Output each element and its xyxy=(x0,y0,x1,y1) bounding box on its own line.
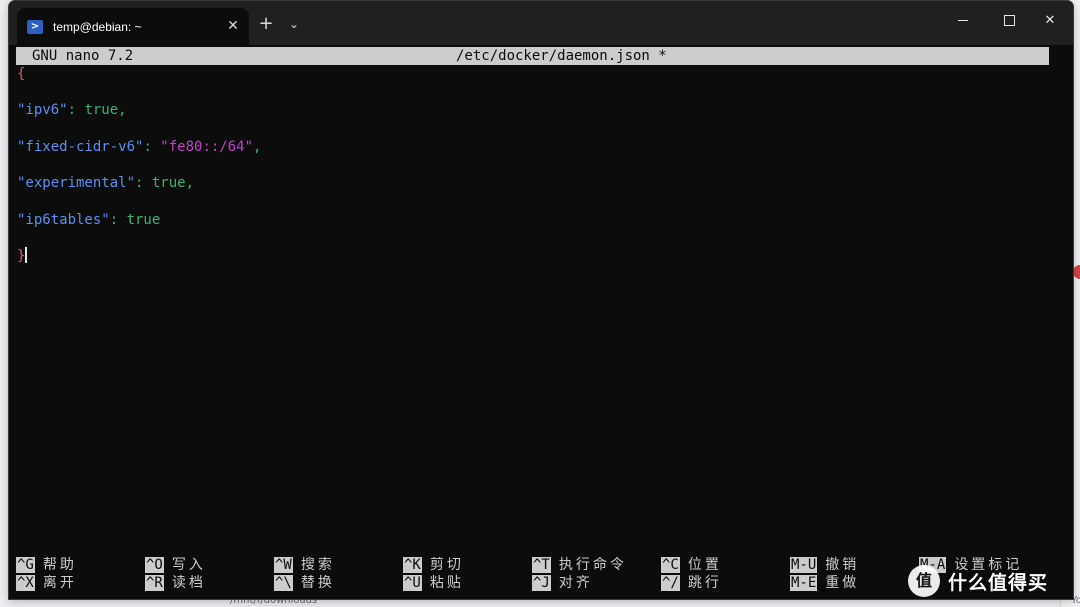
shortcut-key: ^/ xyxy=(661,575,680,591)
code-line: { xyxy=(17,65,261,83)
shortcut-key: ^R xyxy=(145,575,164,591)
shortcut-item: ^X 离开 xyxy=(16,574,77,592)
code-token: { xyxy=(17,66,26,82)
code-line: "experimental": true, xyxy=(17,174,261,192)
shortcut-label: 跳行 xyxy=(687,575,722,591)
code-line: } xyxy=(17,246,261,265)
shortcut-key: ^U xyxy=(403,575,422,591)
tab-title: temp@debian: ~ xyxy=(53,19,142,34)
maximize-icon xyxy=(1003,15,1015,26)
code-line: "ip6tables": true xyxy=(17,211,261,229)
code-token: : xyxy=(143,138,161,155)
code-token: , xyxy=(185,175,195,192)
shortcut-row-2: ^X 离开 ^R 读档 ^\ 替换 ^U 粘贴 ^J 对齐 ^/ 跳行 M-E 重做 xyxy=(16,574,1056,592)
shortcut-key: ^C xyxy=(661,557,680,573)
shortcut-key: ^J xyxy=(532,575,551,591)
shortcut-label: 撤销 xyxy=(825,557,860,573)
code-token: , xyxy=(253,138,262,155)
code-token: : xyxy=(109,211,127,228)
shortcut-item: M-U 撤销 xyxy=(790,556,859,574)
nano-version: GNU nano 7.2 xyxy=(32,48,134,64)
code-token: "experimental" xyxy=(17,175,136,192)
shortcut-item: ^\ 替换 xyxy=(274,574,335,592)
shortcut-label: 剪切 xyxy=(429,557,464,573)
terminal-window: > temp@debian: ~ ✕ + ⌄ ✕ GNU nano 7.2 /e… xyxy=(8,0,1074,600)
code-line: "fixed-cidr-v6": "fe80::/64", xyxy=(17,138,261,156)
code-token: "ip6tables" xyxy=(17,211,110,228)
shortcut-label: 替换 xyxy=(300,575,335,591)
watermark: 值 什么值得买 xyxy=(908,558,1073,604)
shortcut-item: ^O 写入 xyxy=(145,556,206,574)
new-tab-button[interactable]: + xyxy=(256,13,276,35)
shortcut-label: 写入 xyxy=(171,557,206,573)
code-token: } xyxy=(17,247,26,264)
shortcut-key: ^K xyxy=(403,557,422,573)
terminal-content[interactable]: GNU nano 7.2 /etc/docker/daemon.json * {… xyxy=(16,47,1056,595)
code-token: : xyxy=(67,102,85,119)
shortcut-item: ^K 剪切 xyxy=(403,556,464,574)
editor-text-area[interactable]: {"ipv6": true, "fixed-cidr-v6": "fe80::/6… xyxy=(17,65,261,265)
shortcut-row-1: ^G 帮助 ^O 写入 ^W 搜索 ^K 剪切 ^T 执行命令 ^C 位置 M-U 撤销 M-A 设置标记 xyxy=(16,556,1056,574)
minimize-icon xyxy=(958,20,968,21)
title-bar: > temp@debian: ~ ✕ + ⌄ ✕ xyxy=(9,1,1073,45)
shortcut-label: 执行命令 xyxy=(558,557,627,573)
shortcut-label: 位置 xyxy=(687,557,722,573)
code-token: : xyxy=(135,175,152,192)
shortcut-key: ^O xyxy=(145,557,164,573)
shortcut-item: ^R 读档 xyxy=(145,574,206,592)
notification-dot xyxy=(1073,265,1080,279)
chevron-down-icon[interactable]: ⌄ xyxy=(285,13,303,35)
maximize-button[interactable] xyxy=(986,1,1032,41)
watermark-text: 什么值得买 xyxy=(948,571,1049,594)
watermark-logo-icon: 值 xyxy=(908,565,940,597)
tab-active[interactable]: > temp@debian: ~ ✕ xyxy=(17,8,249,45)
nano-shortcut-bar: ^G 帮助 ^O 写入 ^W 搜索 ^K 剪切 ^T 执行命令 ^C 位置 M-U 撤销 M-A 设置标记 ^… xyxy=(16,556,1056,594)
shortcut-label: 帮助 xyxy=(42,557,77,573)
code-token: "ipv6" xyxy=(17,102,68,119)
close-window-button[interactable]: ✕ xyxy=(1027,1,1073,41)
minimize-button[interactable] xyxy=(940,1,986,41)
close-tab-icon[interactable]: ✕ xyxy=(225,18,241,34)
code-token: true xyxy=(84,102,119,119)
shortcut-key: ^\ xyxy=(274,575,293,591)
shortcut-key: M-E xyxy=(790,575,818,591)
shortcut-key: M-U xyxy=(790,557,818,573)
text-cursor xyxy=(25,246,28,263)
code-token: true xyxy=(151,175,186,192)
code-token: "fixed-cidr-v6" xyxy=(17,138,144,155)
shortcut-label: 对齐 xyxy=(558,575,593,591)
shortcut-item: ^C 位置 xyxy=(661,556,722,574)
shortcut-label: 读档 xyxy=(171,575,206,591)
shortcut-item: ^J 对齐 xyxy=(532,574,593,592)
shortcut-item: ^G 帮助 xyxy=(16,556,77,574)
shortcut-key: ^W xyxy=(274,557,293,573)
shortcut-label: 搜索 xyxy=(300,557,335,573)
code-token: true xyxy=(126,211,161,228)
shortcut-key: ^T xyxy=(532,557,551,573)
shortcut-item: ^W 搜索 xyxy=(274,556,335,574)
shortcut-label: 重做 xyxy=(825,575,860,591)
shortcut-key: ^G xyxy=(16,557,35,573)
code-token: , xyxy=(118,102,127,119)
shortcut-item: M-E 重做 xyxy=(790,574,859,592)
shortcut-label: 离开 xyxy=(42,575,77,591)
nano-file-title: /etc/docker/daemon.json * xyxy=(456,48,667,64)
shortcut-label: 粘贴 xyxy=(429,575,464,591)
code-line: "ipv6": true, xyxy=(17,101,261,119)
shortcut-item: ^U 粘贴 xyxy=(403,574,464,592)
nano-title-bar: GNU nano 7.2 /etc/docker/daemon.json * xyxy=(16,47,1049,65)
code-token: "fe80::/64" xyxy=(160,138,254,155)
shortcut-item: ^T 执行命令 xyxy=(532,556,627,574)
shortcut-key: ^X xyxy=(16,575,35,591)
powershell-terminal-icon: > xyxy=(27,19,43,34)
shortcut-item: ^/ 跳行 xyxy=(661,574,722,592)
